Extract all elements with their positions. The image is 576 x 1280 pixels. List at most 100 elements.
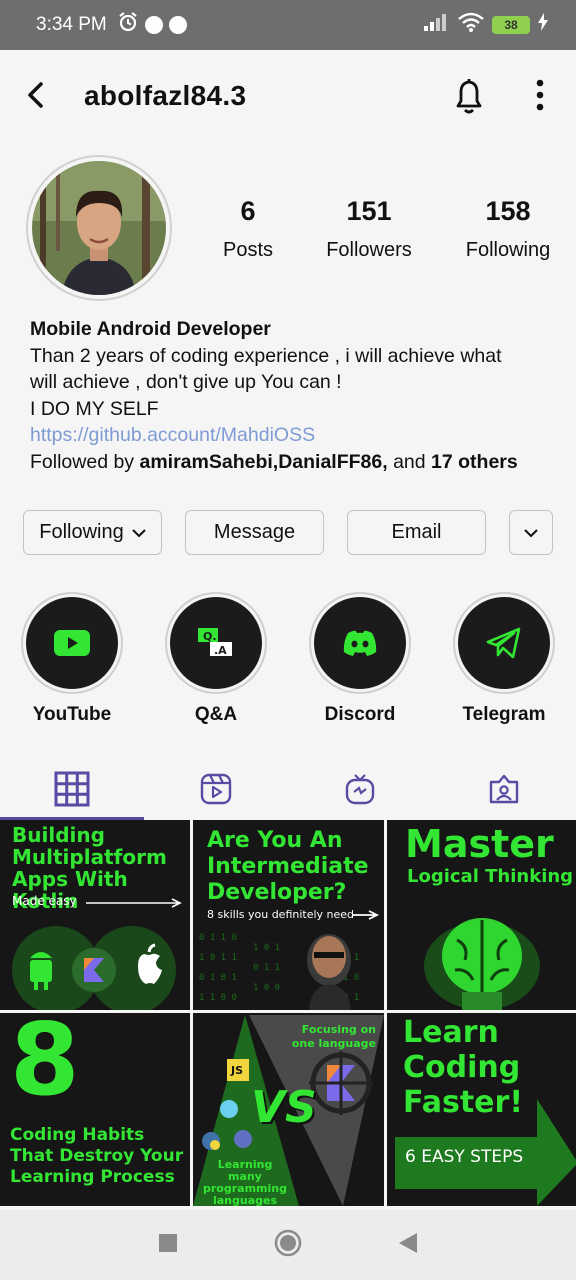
chevron-down-icon xyxy=(132,528,146,537)
igtv-icon xyxy=(345,774,375,805)
post-tile[interactable]: JS Focusing on one language VS Learning … xyxy=(193,1013,384,1206)
message-button[interactable]: Message xyxy=(185,510,324,555)
svg-text:0 1 1 0: 0 1 1 0 xyxy=(199,933,237,943)
bio-line: Than 2 years of coding experience , i wi… xyxy=(30,344,502,367)
tab-igtv[interactable] xyxy=(288,760,432,818)
qa-icon: Q..A xyxy=(198,628,232,657)
tab-reels[interactable] xyxy=(144,760,288,818)
back-arrow-icon xyxy=(28,82,43,108)
brain-graphic xyxy=(424,918,540,1010)
highlight-cover xyxy=(314,597,406,689)
highlight-cover xyxy=(458,597,550,689)
arrow-icon xyxy=(353,910,380,920)
bio-link[interactable]: https://github.account/MahdiOSS xyxy=(30,422,560,449)
js-badge: JS xyxy=(231,1064,244,1077)
post-title-line: Learn xyxy=(403,1015,499,1050)
highlight-telegram[interactable]: Telegram xyxy=(452,592,556,726)
highlight-ring xyxy=(309,592,411,694)
home-button[interactable] xyxy=(274,1229,302,1262)
post-title-line: Learning Process xyxy=(10,1167,175,1187)
post-grid: Building Multiplatform Apps With Kotlin … xyxy=(0,820,576,1210)
post-caption-line: Learning many xyxy=(217,1158,273,1183)
post-title-line: That Destroy Your xyxy=(10,1146,184,1166)
message-button-label: Message xyxy=(213,521,296,543)
charging-icon xyxy=(538,13,548,37)
post-title-line: Coding xyxy=(403,1050,521,1085)
arrow-icon xyxy=(86,898,182,908)
square-icon xyxy=(159,1233,177,1252)
post-title-line: Are You An xyxy=(207,828,343,853)
highlight-discord[interactable]: Discord xyxy=(308,592,412,726)
bio-name: Mobile Android Developer xyxy=(30,318,271,340)
posts-label: Posts xyxy=(222,239,274,261)
highlight-cover xyxy=(26,597,118,689)
youtube-icon xyxy=(54,630,90,656)
back-button[interactable] xyxy=(22,80,52,110)
avatar xyxy=(32,161,166,295)
highlight-ring xyxy=(453,592,555,694)
post-title-line: Intermediate xyxy=(207,854,369,879)
highlight-youtube[interactable]: YouTube xyxy=(20,592,124,726)
recents-button[interactable] xyxy=(158,1233,178,1258)
suggested-accounts-button[interactable] xyxy=(509,510,553,555)
more-options-button[interactable] xyxy=(528,78,552,114)
tagged-icon xyxy=(489,774,519,804)
post-title-line: Building xyxy=(12,823,105,847)
post-title-line: Multiplatform xyxy=(12,845,167,869)
highlight-qa[interactable]: Q. .A Q&A xyxy=(164,592,268,726)
post-caption-line: one language xyxy=(291,1037,376,1050)
tab-grid-posts[interactable] xyxy=(0,760,144,818)
post-title-line: Logical Thinking xyxy=(407,866,574,887)
triangle-back-icon xyxy=(399,1232,417,1253)
post-tile[interactable]: Building Multiplatform Apps With Kotlin … xyxy=(0,820,190,1010)
following-label: Following xyxy=(465,239,551,261)
back-nav-button[interactable] xyxy=(398,1232,418,1259)
post-caption-line: Focusing on xyxy=(301,1023,376,1036)
post-tile[interactable]: 8 Coding Habits That Destroy Your Learni… xyxy=(0,1013,190,1206)
tab-tagged[interactable] xyxy=(432,760,576,818)
followers-label: Followers xyxy=(326,239,412,261)
email-button[interactable]: Email xyxy=(347,510,486,555)
notifications-button[interactable] xyxy=(450,76,488,116)
posts-count: 6 xyxy=(240,196,256,226)
following-button[interactable]: Following xyxy=(23,510,162,555)
profile-username: abolfazl84.3 xyxy=(84,80,247,111)
followed-by[interactable]: Followed by amiramSahebi,DanialFF86, and… xyxy=(30,449,560,476)
post-tile[interactable]: 0 1 1 0 1 0 1 1 0 1 0 1 1 1 0 0 1 0 1 0 1 1 1… xyxy=(193,820,384,1010)
profile-avatar[interactable] xyxy=(26,155,172,301)
post-tile[interactable]: Learn Coding Faster! 6 EASY STEPS xyxy=(387,1013,576,1206)
post-vs-text: VS xyxy=(251,1082,317,1133)
followed-by-names: amiramSahebi,DanialFF86, xyxy=(139,450,388,473)
followers-count: 151 xyxy=(346,196,392,226)
post-title-line: Coding Habits xyxy=(10,1125,145,1145)
app-notification-icon xyxy=(144,16,163,34)
svg-text:1 0 1 1: 1 0 1 1 xyxy=(199,953,237,963)
post-title-line: Master xyxy=(405,822,554,866)
telegram-icon xyxy=(486,627,521,659)
post-tile[interactable]: Master Logical Thinking xyxy=(387,820,576,1010)
post-big-number: 8 xyxy=(10,1013,80,1118)
bell-icon xyxy=(456,79,482,114)
following-count: 158 xyxy=(485,196,531,226)
followed-by-count: 17 others xyxy=(431,450,518,473)
chevron-down-icon xyxy=(524,528,538,537)
svg-text:0 1 0 1: 0 1 0 1 xyxy=(199,973,237,983)
post-title-line: Developer? xyxy=(207,880,347,905)
grid-icon xyxy=(54,771,90,807)
posts-stat[interactable]: 6 Posts xyxy=(204,196,292,262)
wifi-icon xyxy=(458,12,484,38)
post-subtitle: Made easy xyxy=(12,894,77,908)
svg-text:1 0 1: 1 0 1 xyxy=(253,943,280,953)
svg-text:1 0 0: 1 0 0 xyxy=(253,983,280,993)
followers-stat[interactable]: 151 Followers xyxy=(318,196,420,262)
profile-bio: Mobile Android Developer Than 2 years of… xyxy=(30,316,560,475)
highlight-label: YouTube xyxy=(32,704,112,725)
status-bar: 3:34 PM 38 xyxy=(0,0,576,50)
reels-icon xyxy=(200,773,232,805)
post-subtitle: 8 skills you definitely need xyxy=(207,908,355,921)
bio-line: I DO MY SELF xyxy=(30,397,159,420)
system-nav-bar xyxy=(0,1210,576,1280)
following-stat[interactable]: 158 Following xyxy=(458,196,558,262)
highlight-ring xyxy=(21,592,123,694)
svg-text:.A: .A xyxy=(214,644,227,657)
